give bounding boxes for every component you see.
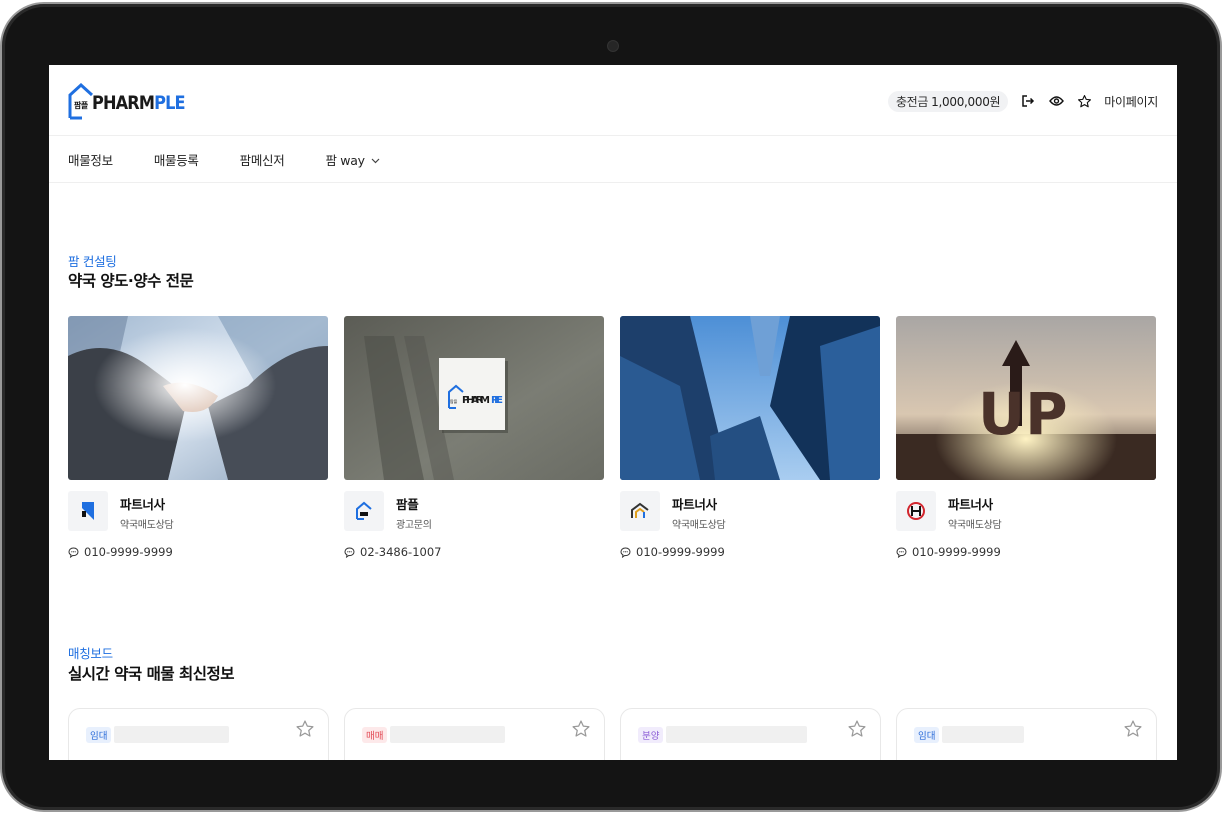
logout-icon[interactable]	[1020, 93, 1036, 109]
card-name: 팜플	[396, 497, 419, 512]
consulting-section-title: 약국 양도·양수 전문	[68, 272, 194, 290]
chat-bubble-icon	[68, 546, 79, 558]
nav-item-listing-info[interactable]: 매물정보	[68, 150, 113, 169]
listing-title-placeholder	[666, 726, 807, 743]
listing-type-badge: 임대	[86, 727, 112, 743]
top-header: 팜플 PHARMPLE 충전금 1,000,000원 마이페이지	[49, 65, 1177, 136]
card-subtitle: 약국매도상담	[672, 520, 726, 531]
matching-section-label: 매칭보드	[68, 646, 113, 661]
consulting-card[interactable]: 파트너사 약국매도상담 010-9999-9999	[620, 316, 880, 566]
svg-text:PLE: PLE	[491, 395, 503, 406]
pharmple-logo[interactable]: 팜플 PHARMPLE	[68, 82, 201, 120]
card-subtitle: 약국매도상담	[948, 520, 1002, 531]
partner-logo-icon	[68, 491, 108, 531]
listing-card[interactable]: 임대	[68, 708, 329, 760]
balance-label: 충전금	[895, 94, 929, 109]
favorite-star-icon[interactable]	[571, 719, 591, 739]
card-subtitle: 광고문의	[396, 520, 432, 531]
svg-text:PHARM: PHARM	[462, 395, 490, 406]
card-phone[interactable]: 02-3486-1007	[344, 545, 441, 559]
listing-card[interactable]: 분양	[620, 708, 881, 760]
h-partner-logo-icon	[896, 491, 936, 531]
logo-wordmark: PHARMPLE	[92, 92, 186, 114]
consulting-card[interactable]: 팜플 PHARM PLE 팜플 광고문의 02-3486-1007	[344, 316, 604, 566]
listing-type-badge: 분양	[638, 727, 664, 743]
consulting-section-label: 팜 컨설팅	[68, 254, 117, 269]
listing-title-placeholder	[114, 726, 229, 743]
listing-card[interactable]: 임대	[896, 708, 1157, 760]
card-subtitle: 약국매도상담	[120, 520, 174, 531]
card-phone[interactable]: 010-9999-9999	[620, 545, 725, 559]
balance-amount: 1,000,000원	[931, 94, 1001, 109]
listing-title-placeholder	[390, 726, 505, 743]
house-partner-logo-icon	[620, 491, 660, 531]
eye-icon[interactable]	[1048, 93, 1064, 109]
chat-bubble-icon	[896, 546, 907, 558]
skyscrapers-photo	[620, 316, 880, 480]
card-name: 파트너사	[948, 497, 993, 512]
listing-type-badge: 임대	[914, 727, 940, 743]
matching-section-title: 실시간 약국 매물 최신정보	[68, 665, 235, 683]
tablet-frame: 팜플 PHARMPLE 충전금 1,000,000원 마이페이지 매물정보 매물…	[0, 2, 1222, 812]
balance-badge[interactable]: 충전금 1,000,000원	[887, 90, 1009, 112]
listing-title-placeholder	[942, 726, 1024, 743]
card-name: 파트너사	[672, 497, 717, 512]
nav-item-listing-register[interactable]: 매물등록	[154, 150, 199, 169]
card-phone[interactable]: 010-9999-9999	[68, 545, 173, 559]
up-arrow-photo: UP	[896, 316, 1156, 480]
handshake-photo	[68, 316, 328, 480]
listing-type-badge: 매매	[362, 727, 388, 743]
card-phone[interactable]: 010-9999-9999	[896, 545, 1001, 559]
favorite-star-icon[interactable]	[295, 719, 315, 739]
chevron-down-icon	[371, 152, 380, 167]
chat-bubble-icon	[344, 546, 355, 558]
app-screen: 팜플 PHARMPLE 충전금 1,000,000원 마이페이지 매물정보 매물…	[49, 65, 1177, 760]
header-actions: 충전금 1,000,000원 마이페이지	[887, 90, 1158, 112]
favorite-star-icon[interactable]	[1123, 719, 1143, 739]
nav-item-messenger[interactable]: 팜메신저	[240, 150, 285, 169]
svg-text:UP: UP	[978, 380, 1068, 448]
logo-korean-text: 팜플	[74, 100, 88, 110]
mypage-link[interactable]: 마이페이지	[1104, 93, 1158, 110]
listing-card[interactable]: 매매	[344, 708, 605, 760]
consulting-card[interactable]: UP 파트너사 약국매도상담 010-9999-9999	[896, 316, 1156, 566]
consulting-card[interactable]: 파트너사 약국매도상담 010-9999-9999	[68, 316, 328, 566]
chat-bubble-icon	[620, 546, 631, 558]
card-name: 파트너사	[120, 497, 165, 512]
star-icon[interactable]	[1076, 93, 1092, 109]
pharmple-logo-icon	[344, 491, 384, 531]
camera-dot	[607, 40, 619, 52]
pharmple-sign-photo: 팜플 PHARM PLE	[344, 316, 604, 480]
main-nav: 매물정보 매물등록 팜메신저 팜 way	[49, 137, 1177, 183]
svg-text:팜플: 팜플	[450, 398, 458, 404]
house-logo-icon: 팜플	[68, 82, 94, 120]
nav-item-pharm-way[interactable]: 팜 way	[325, 150, 380, 169]
favorite-star-icon[interactable]	[847, 719, 867, 739]
